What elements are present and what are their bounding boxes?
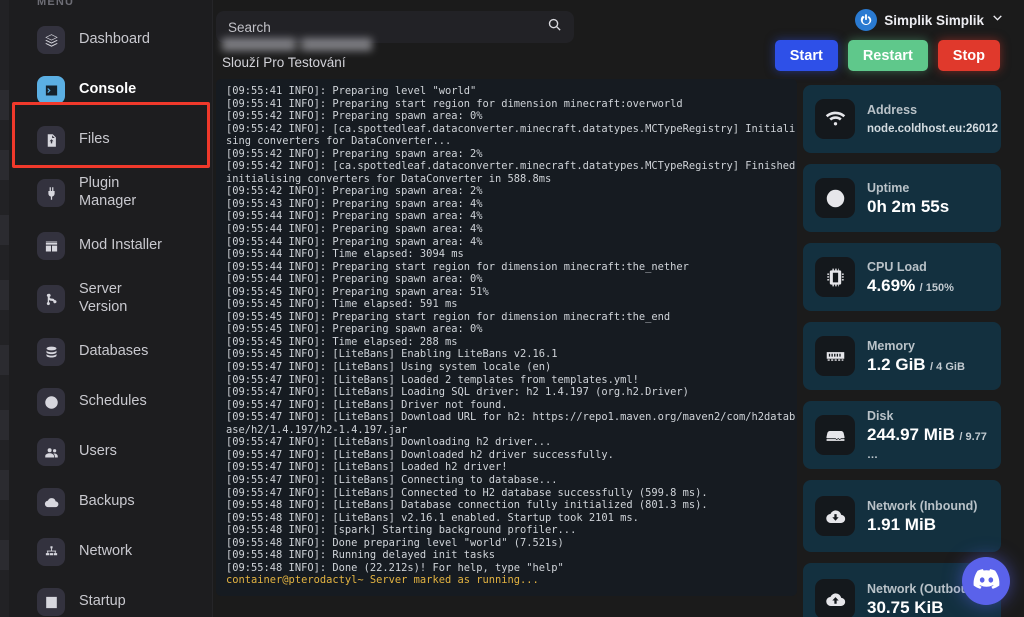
stat-value: 244.97 MiB — [867, 425, 955, 444]
terminal-icon — [37, 76, 65, 104]
chart-icon — [37, 588, 65, 616]
branch-icon — [37, 285, 65, 313]
discord-icon — [973, 568, 1000, 594]
clock-icon — [37, 388, 65, 416]
sidebar-item-mod-installer[interactable]: Mod Installer — [9, 222, 213, 270]
console-output[interactable]: [09:55:41 INFO]: Preparing level "world"… — [216, 79, 797, 596]
user-name: Simplik Simplik — [884, 12, 984, 28]
pterodactyl-panel: MENU Dashboard Console Files Plugin Manager… — [0, 0, 1024, 617]
sidebar-item-dashboard[interactable]: Dashboard — [9, 16, 213, 64]
stat-card-network-inbound: Network (Inbound) 1.91 MiB — [803, 480, 1001, 552]
discord-button[interactable] — [962, 557, 1010, 605]
user-menu[interactable]: Simplik Simplik — [855, 9, 1004, 31]
sidebar-item-label: Schedules — [79, 393, 147, 410]
console-prompt-line: container@pterodactyl~ Server marked as … — [226, 574, 539, 587]
stat-label: CPU Load — [867, 260, 927, 274]
sidebar-item-label: Mod Installer — [79, 237, 163, 254]
sidebar-item-plugin-manager[interactable]: Plugin Manager — [9, 166, 213, 220]
file-icon — [37, 126, 65, 154]
search-input[interactable] — [228, 19, 547, 35]
stat-value: 1.91 MiB — [867, 515, 936, 534]
disk-icon — [815, 415, 855, 455]
database-icon — [37, 338, 65, 366]
start-button[interactable]: Start — [774, 40, 838, 71]
stat-value: 4.69% — [867, 276, 916, 295]
sidebar-item-label: Databases — [79, 343, 149, 360]
stat-value: 30.75 KiB — [867, 598, 944, 617]
sidebar-item-label: Network — [79, 543, 133, 560]
chevron-down-icon[interactable] — [991, 11, 1004, 29]
box-icon — [37, 232, 65, 260]
stat-label: Uptime — [867, 181, 910, 195]
users-icon — [37, 438, 65, 466]
stat-value: 1.2 GiB — [867, 355, 926, 374]
sidebar-item-label: Console — [79, 81, 137, 98]
power-buttons: Start Restart Stop — [774, 40, 1000, 71]
stat-card-memory: Memory 1.2 GiB / 4 GiB — [803, 322, 1001, 390]
sidebar-item-startup[interactable]: Startup — [9, 578, 213, 617]
sidebar-nav: Dashboard Console Files Plugin Manager Mod I… — [9, 16, 213, 617]
sidebar-item-label: Files — [79, 131, 110, 148]
stat-label: Network (Inbound) — [867, 499, 978, 513]
window-edge-strip — [0, 0, 9, 617]
stat-value: 0h 2m 55s — [867, 197, 950, 216]
server-subtitle: Slouží Pro Testování — [222, 55, 346, 70]
stat-card-cpu-load: CPU Load 4.69% / 150% — [803, 243, 1001, 311]
stat-label: Address — [867, 103, 918, 117]
cloud-upload-icon — [815, 579, 855, 617]
stat-label: Disk — [867, 409, 894, 423]
stop-button[interactable]: Stop — [937, 40, 1000, 71]
stat-card-address: Address node.coldhost.eu:26012 — [803, 85, 1001, 153]
sidebar-item-console[interactable]: Console — [9, 66, 213, 114]
sidebar-item-network[interactable]: Network — [9, 528, 213, 576]
avatar — [855, 9, 878, 31]
sidebar-item-label: Users — [79, 443, 117, 460]
sidebar-item-schedules[interactable]: Schedules — [9, 378, 213, 426]
sidebar-item-files[interactable]: Files — [9, 116, 213, 164]
stat-card-uptime: Uptime 0h 2m 55s — [803, 164, 1001, 232]
stat-sub-value: / 4 GiB — [930, 361, 965, 373]
cloud-icon — [37, 488, 65, 516]
ram-icon — [815, 336, 855, 376]
sidebar-item-label: Plugin Manager — [79, 175, 137, 209]
stat-sub-value: / 150% — [919, 282, 954, 294]
stat-card-disk: Disk 244.97 MiB / 9.77 … — [803, 401, 1001, 469]
stat-label: Memory — [867, 339, 915, 353]
sidebar-item-users[interactable]: Users — [9, 428, 213, 476]
stat-value: node.coldhost.eu:26012 — [867, 123, 999, 135]
server-name-redacted — [222, 38, 372, 51]
sidebar-item-label: Backups — [79, 493, 135, 510]
clock-icon — [815, 178, 855, 218]
plug-icon — [37, 179, 65, 207]
stats-column: Address node.coldhost.eu:26012 Uptime 0h 2m… — [803, 85, 1001, 617]
console-log-text: [09:55:41 INFO]: Preparing level "world"… — [226, 85, 796, 587]
sidebar-item-server-version[interactable]: Server Version — [9, 272, 213, 326]
sidebar-item-label: Dashboard — [79, 31, 150, 48]
sidebar-item-label: Server Version — [79, 281, 128, 315]
cloud-download-icon — [815, 496, 855, 536]
sidebar-item-backups[interactable]: Backups — [9, 478, 213, 526]
layers-icon — [37, 26, 65, 54]
console-bottom-edge — [216, 612, 797, 617]
cpu-icon — [815, 257, 855, 297]
wifi-icon — [815, 99, 855, 139]
sidebar: MENU Dashboard Console Files Plugin Manager… — [9, 0, 213, 617]
sidebar-item-label: Startup — [79, 593, 126, 610]
search-icon[interactable] — [547, 17, 562, 37]
sidebar-menu-label: MENU — [37, 0, 75, 8]
network-icon — [37, 538, 65, 566]
restart-button[interactable]: Restart — [847, 40, 928, 71]
sidebar-item-databases[interactable]: Databases — [9, 328, 213, 376]
